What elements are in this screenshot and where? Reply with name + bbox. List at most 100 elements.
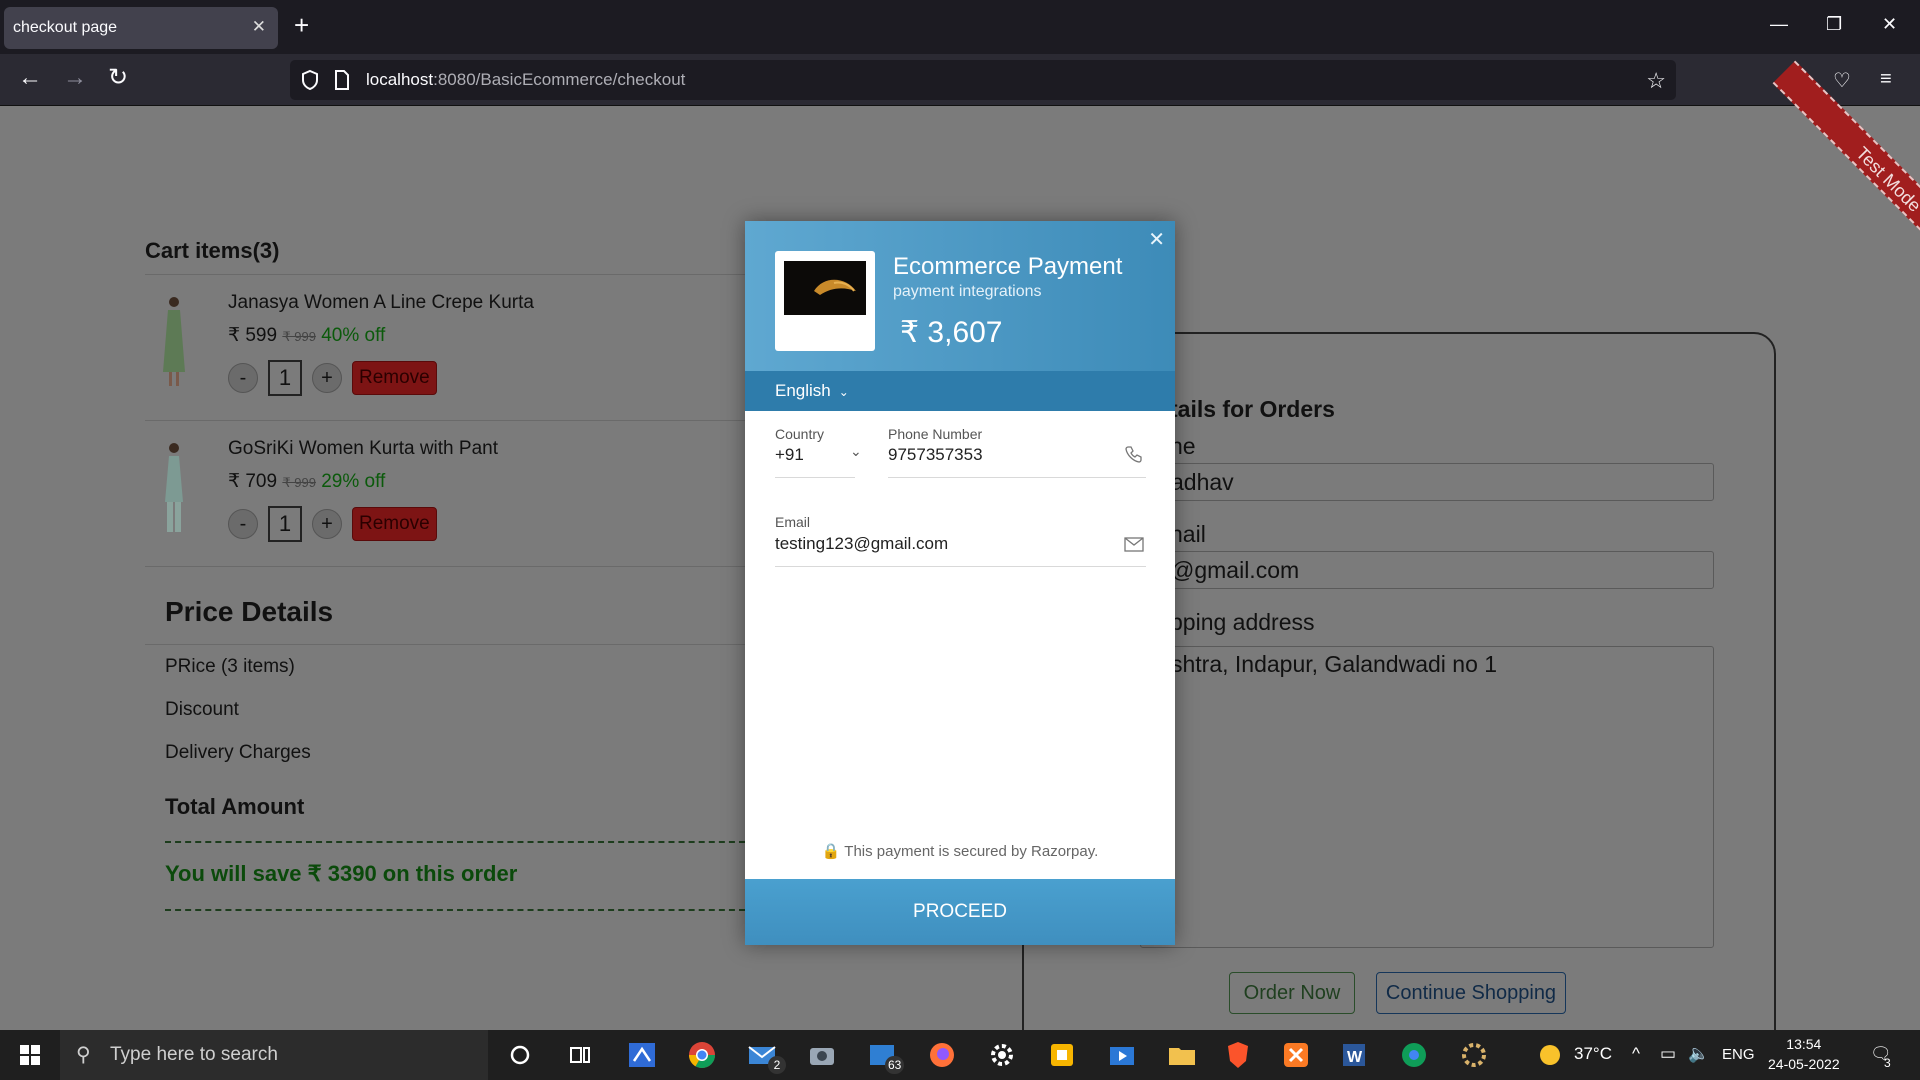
payment-modal: ✕ Ecommerce Payment payment integrations… <box>745 221 1175 945</box>
browser-nav-bar: ← → ↻ localhost:8080/BasicEcommerce/chec… <box>0 54 1920 106</box>
restore-icon[interactable]: ❐ <box>1826 14 1842 35</box>
name-field[interactable]: adhav <box>1140 463 1714 501</box>
notification-count: 3 <box>1884 1056 1891 1070</box>
field-underline <box>775 566 1146 567</box>
video-editor-icon[interactable] <box>1106 1039 1138 1071</box>
url-text[interactable]: localhost:8080/BasicEcommerce/checkout <box>366 70 685 90</box>
shield-icon[interactable] <box>300 69 320 91</box>
chrome-profile-icon[interactable] <box>1398 1039 1430 1071</box>
chrome-icon[interactable] <box>686 1039 718 1071</box>
taskbar-search[interactable]: ⚲ Type here to search <box>60 1030 488 1080</box>
price-value: ₹ 599 <box>228 325 278 346</box>
mrp-value: ₹ 999 <box>282 475 316 490</box>
page-icon <box>335 70 349 90</box>
secure-note: 🔒 This payment is secured by Razorpay. <box>745 842 1175 860</box>
field-underline <box>888 477 1146 478</box>
close-tab-icon[interactable]: ✕ <box>252 17 266 37</box>
clock-date: 24-05-2022 <box>1768 1056 1840 1072</box>
settings-icon[interactable] <box>986 1039 1018 1071</box>
cart-item: GoSriKi Women Kurta with Pant ₹ 709 ₹ 99… <box>145 422 745 562</box>
chevron-up-icon[interactable]: ^ <box>1632 1044 1640 1064</box>
temperature[interactable]: 37°C <box>1574 1044 1612 1064</box>
volume-icon[interactable]: 🔈 <box>1688 1044 1709 1064</box>
task-view-icon[interactable] <box>564 1039 596 1071</box>
back-icon[interactable]: ← <box>18 66 42 90</box>
minimize-icon[interactable]: — <box>1770 14 1788 35</box>
mrp-value: ₹ 999 <box>282 329 316 344</box>
price-value: ₹ 709 <box>228 471 278 492</box>
order-now-button[interactable]: Order Now <box>1229 972 1355 1014</box>
address-label: pping address <box>1170 609 1315 635</box>
quantity-field[interactable]: 1 <box>268 506 302 542</box>
app-gear-icon[interactable] <box>1458 1039 1490 1071</box>
cart-title: Cart items(3) <box>145 238 280 263</box>
xampp-icon[interactable] <box>1280 1039 1312 1071</box>
country-label: Country <box>775 426 825 442</box>
url-host: localhost <box>366 70 434 89</box>
store-badge: 63 <box>885 1056 905 1074</box>
lock-icon: 🔒 <box>821 843 841 860</box>
decrease-button[interactable]: - <box>228 363 258 393</box>
phone-label: Phone Number <box>888 426 983 442</box>
browser-tab-bar: checkout page ✕ + — ❐ ✕ <box>0 0 1920 54</box>
email-label: Email <box>775 514 811 530</box>
dashed-divider <box>165 909 745 911</box>
word-icon[interactable]: W <box>1338 1039 1370 1071</box>
increase-button[interactable]: + <box>312 363 342 393</box>
email-field[interactable]: testing123@gmail.com <box>775 534 948 554</box>
language-indicator[interactable]: ENG <box>1722 1046 1755 1063</box>
product-name[interactable]: Janasya Women A Line Crepe Kurta <box>228 292 534 314</box>
remove-label: Remove <box>359 367 430 388</box>
chevron-down-icon: ⌄ <box>838 385 849 399</box>
discount-label: Discount <box>165 699 239 720</box>
firefox-icon[interactable] <box>926 1039 958 1071</box>
quantity-stepper: - 1 + Remove <box>228 506 437 542</box>
address-textarea[interactable]: shtra, Indapur, Galandwadi no 1 <box>1140 646 1714 948</box>
chevron-down-icon[interactable]: ⌄ <box>850 443 862 460</box>
camera-icon[interactable] <box>806 1039 838 1071</box>
continue-shopping-button[interactable]: Continue Shopping <box>1376 972 1566 1014</box>
menu-icon[interactable]: ≡ <box>1880 68 1892 91</box>
vscode-icon[interactable] <box>626 1039 658 1071</box>
browser-tab[interactable]: checkout page ✕ <box>4 7 278 49</box>
remove-button[interactable]: Remove <box>352 361 437 395</box>
clock-time: 13:54 <box>1786 1036 1822 1052</box>
url-bar[interactable]: localhost:8080/BasicEcommerce/checkout ☆ <box>290 60 1676 100</box>
email-label: nail <box>1170 521 1206 547</box>
cortana-icon[interactable] <box>504 1039 536 1071</box>
forward-icon[interactable]: → <box>63 66 87 90</box>
payment-amount: ₹ 3,607 <box>900 316 1003 349</box>
battery-icon[interactable]: ▭ <box>1660 1044 1676 1064</box>
new-tab-icon[interactable]: + <box>294 12 309 38</box>
reload-icon[interactable]: ↻ <box>108 66 128 90</box>
language-selector[interactable]: English ⌄ <box>745 371 1175 411</box>
window-close-icon[interactable]: ✕ <box>1882 14 1897 35</box>
bookmark-star-icon[interactable]: ☆ <box>1646 68 1666 94</box>
brave-icon[interactable] <box>1222 1039 1254 1071</box>
email-field[interactable]: @gmail.com <box>1140 551 1714 589</box>
merchant-logo-image <box>784 261 866 315</box>
windows-start-icon[interactable] <box>14 1039 46 1071</box>
country-code-select[interactable]: +91 <box>775 445 804 465</box>
cart-item: Janasya Women A Line Crepe Kurta ₹ 599 ₹… <box>145 276 745 416</box>
phone-field[interactable]: 9757357353 <box>888 445 983 465</box>
clock[interactable]: 13:54 24-05-2022 <box>1768 1034 1840 1074</box>
sticky-notes-icon[interactable] <box>1046 1039 1078 1071</box>
quantity-stepper: - 1 + Remove <box>228 360 437 396</box>
modal-close-icon[interactable]: ✕ <box>1148 227 1165 252</box>
bird-image <box>814 279 856 295</box>
decrease-button[interactable]: - <box>228 509 258 539</box>
remove-button[interactable]: Remove <box>352 507 437 541</box>
quantity-field[interactable]: 1 <box>268 360 302 396</box>
product-name[interactable]: GoSriKi Women Kurta with Pant <box>228 438 498 460</box>
url-path: :8080/BasicEcommerce/checkout <box>433 70 686 89</box>
divider <box>145 566 745 567</box>
increase-button[interactable]: + <box>312 509 342 539</box>
weather-sun-icon[interactable] <box>1534 1039 1566 1071</box>
divider <box>145 420 745 421</box>
svg-text:W: W <box>1347 1049 1363 1066</box>
pocket-icon[interactable]: ♡ <box>1833 68 1851 93</box>
file-explorer-icon[interactable] <box>1166 1039 1198 1071</box>
proceed-button[interactable]: PROCEED <box>745 879 1175 945</box>
field-underline <box>775 477 855 478</box>
